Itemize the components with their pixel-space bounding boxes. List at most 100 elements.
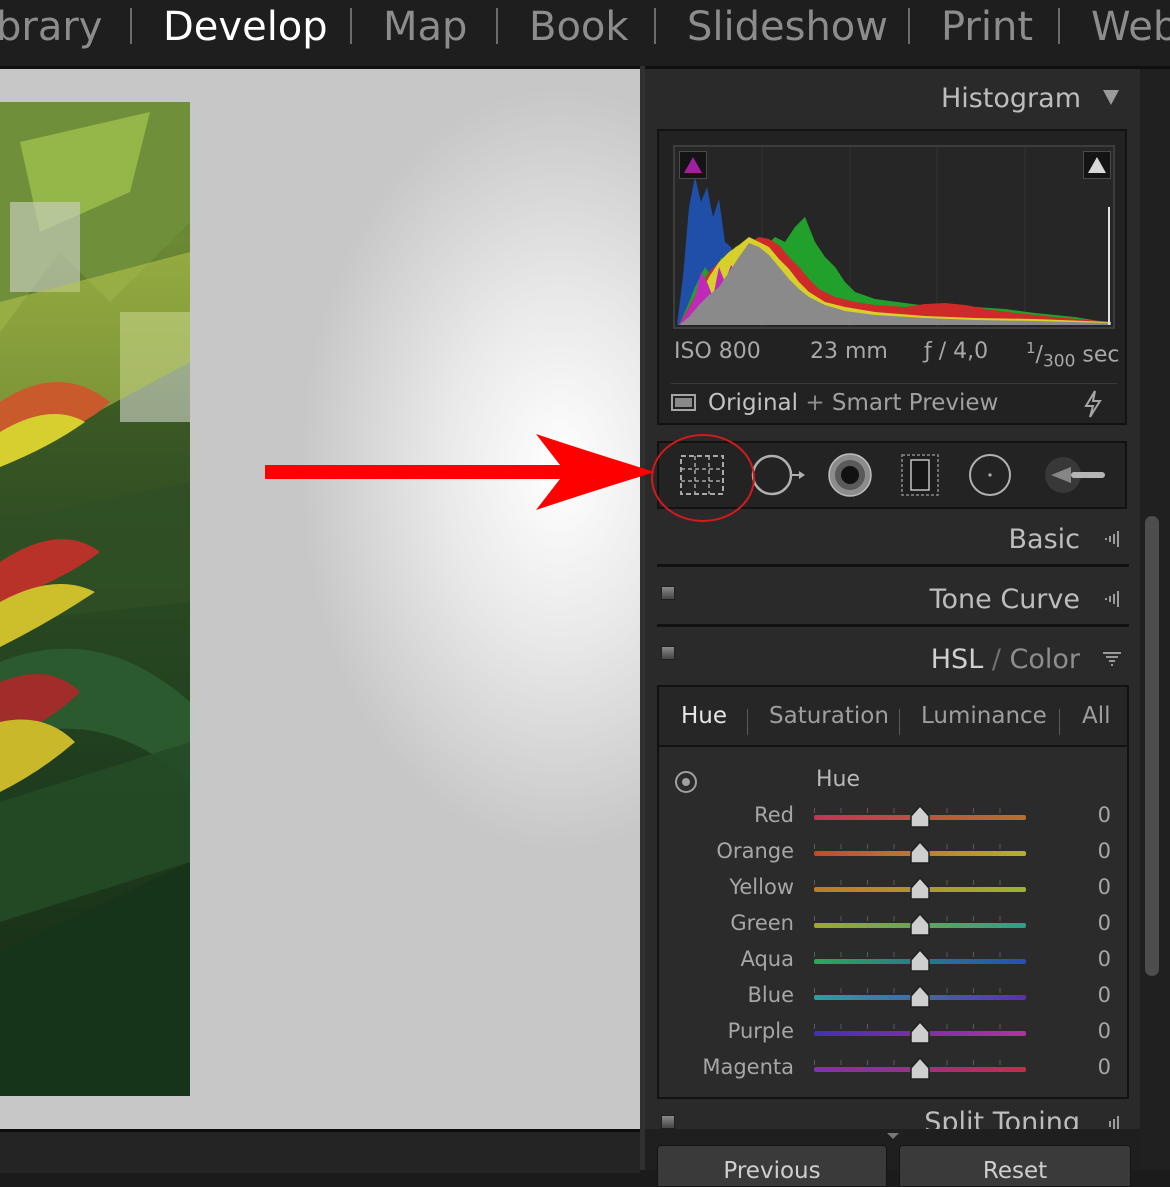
- crop-overlay-tool[interactable]: [677, 452, 727, 498]
- slider-thumb-icon[interactable]: [909, 985, 931, 1009]
- slider-value[interactable]: 0: [1079, 983, 1111, 1007]
- slider-thumb-icon[interactable]: [909, 1021, 931, 1045]
- module-separator: [908, 8, 910, 44]
- hsl-tabs: Hue Saturation Luminance All: [657, 685, 1129, 747]
- slider-value[interactable]: 0: [1079, 839, 1111, 863]
- hsl-slider-row: Red 0: [659, 799, 1129, 835]
- slider-thumb-icon[interactable]: [909, 913, 931, 937]
- radial-filter-icon: [969, 454, 1011, 496]
- panel-scrollbar[interactable]: [1140, 69, 1170, 1170]
- split-toning-panel-header[interactable]: Split Toning: [645, 1105, 1140, 1129]
- panel-toggle-switch[interactable]: [661, 646, 675, 660]
- spot-removal-icon: [751, 454, 805, 496]
- hsl-slider-row: Orange 0: [659, 835, 1129, 871]
- slider-thumb-icon[interactable]: [909, 1057, 931, 1081]
- module-book[interactable]: Book: [529, 2, 629, 52]
- hsl-slider-row: Blue 0: [659, 979, 1129, 1015]
- panel-collapse-icon[interactable]: [1101, 649, 1123, 674]
- module-separator: [1058, 8, 1060, 44]
- tab-separator: [747, 709, 748, 735]
- histogram-panel: ISO 800 23 mm ƒ / 4,0 1/300 sec Original…: [657, 129, 1127, 425]
- scrollbar-thumb[interactable]: [1145, 516, 1159, 976]
- reset-button[interactable]: Reset: [899, 1145, 1131, 1187]
- slider-value[interactable]: 0: [1079, 911, 1111, 935]
- slider-thumb-icon[interactable]: [909, 877, 931, 901]
- smart-preview-label: Original + Smart Preview: [708, 390, 999, 416]
- module-web[interactable]: Web: [1091, 2, 1170, 52]
- photo-image: [0, 102, 190, 1096]
- image-viewer[interactable]: [0, 69, 640, 1129]
- module-separator: [130, 8, 132, 44]
- module-develop[interactable]: Develop: [163, 2, 328, 52]
- red-eye-tool[interactable]: [825, 452, 875, 498]
- tab-luminance[interactable]: Luminance: [921, 703, 1047, 729]
- toolbar: [0, 1129, 640, 1173]
- spot-removal-tool[interactable]: [751, 452, 805, 498]
- slider-label: Green: [730, 911, 794, 935]
- highlight-clipping-toggle[interactable]: [1083, 151, 1111, 179]
- radial-filter-tool[interactable]: [965, 452, 1015, 498]
- hsl-color-panel-header[interactable]: HSL / Color: [931, 644, 1080, 675]
- hsl-sliders-panel: Hue Red 0 Orange 0 Yellow 0 Green 0 Aqua 0 Blue 0 Pu…: [657, 747, 1129, 1099]
- crop-icon: [680, 455, 724, 495]
- panel-end-marker-icon: [887, 1133, 899, 1139]
- panel-expand-icon[interactable]: [1101, 589, 1123, 614]
- module-print[interactable]: Print: [941, 2, 1033, 52]
- panel-separator: [657, 624, 1129, 627]
- slider-thumb-icon[interactable]: [909, 949, 931, 973]
- slider-value[interactable]: 0: [1079, 1019, 1111, 1043]
- exif-info: ISO 800 23 mm ƒ / 4,0 1/300 sec: [674, 339, 1120, 372]
- lightning-icon[interactable]: [1083, 390, 1103, 418]
- previous-button[interactable]: Previous: [657, 1145, 887, 1187]
- slider-label: Aqua: [740, 947, 794, 971]
- panel-toggle-switch[interactable]: [661, 586, 675, 600]
- smart-preview-status[interactable]: Original + Smart Preview: [671, 383, 1117, 418]
- slider-value[interactable]: 0: [1079, 947, 1111, 971]
- hsl-group-title: Hue: [816, 767, 861, 792]
- tone-curve-panel-header[interactable]: Tone Curve: [930, 584, 1080, 615]
- histogram-title[interactable]: Histogram: [941, 83, 1081, 114]
- tab-separator: [899, 709, 900, 735]
- hsl-slider-row: Green 0: [659, 907, 1129, 943]
- panel-separator: [657, 564, 1129, 567]
- tool-strip: [657, 441, 1127, 509]
- slider-thumb-icon[interactable]: [909, 841, 931, 865]
- focal-length-value: 23 mm: [810, 339, 888, 364]
- panel-expand-icon[interactable]: [1101, 1114, 1123, 1129]
- panel-expand-icon[interactable]: [1101, 529, 1123, 554]
- slider-label: Magenta: [702, 1055, 794, 1079]
- hsl-slider-row: Magenta 0: [659, 1051, 1129, 1087]
- module-library[interactable]: brary: [0, 2, 102, 52]
- slider-thumb-icon[interactable]: [909, 805, 931, 829]
- histogram-graph[interactable]: [673, 145, 1115, 329]
- module-picker: brary Develop Map Book Slideshow Print W…: [0, 0, 1170, 69]
- slider-label: Blue: [747, 983, 794, 1007]
- histogram-chart: [677, 147, 1111, 327]
- slider-value[interactable]: 0: [1079, 875, 1111, 899]
- shutter-speed-value: 1/300 sec: [1026, 339, 1120, 372]
- adjustment-brush-tool[interactable]: [1041, 452, 1105, 498]
- basic-panel-header[interactable]: Basic: [1009, 524, 1080, 555]
- hsl-slider-row: Aqua 0: [659, 943, 1129, 979]
- red-eye-icon: [828, 453, 872, 497]
- module-map[interactable]: Map: [383, 2, 467, 52]
- slider-value[interactable]: 0: [1079, 803, 1111, 827]
- panel-collapse-icon[interactable]: [1101, 87, 1121, 112]
- slider-label: Purple: [727, 1019, 794, 1043]
- shadow-clipping-toggle[interactable]: [679, 151, 707, 179]
- iso-value: ISO 800: [674, 339, 761, 364]
- preview-icon: [671, 394, 696, 411]
- target-adjustment-icon[interactable]: [675, 771, 697, 793]
- photo-preview[interactable]: [0, 102, 190, 1096]
- slider-label: Red: [754, 803, 794, 827]
- tab-separator: [1059, 709, 1060, 735]
- module-separator: [654, 8, 656, 44]
- slider-label: Yellow: [729, 875, 794, 899]
- tab-hue[interactable]: Hue: [681, 703, 727, 729]
- hsl-slider-row: Yellow 0: [659, 871, 1129, 907]
- tab-saturation[interactable]: Saturation: [769, 703, 889, 729]
- slider-value[interactable]: 0: [1079, 1055, 1111, 1079]
- graduated-filter-tool[interactable]: [895, 452, 945, 498]
- tab-all[interactable]: All: [1082, 703, 1111, 729]
- module-slideshow[interactable]: Slideshow: [687, 2, 888, 52]
